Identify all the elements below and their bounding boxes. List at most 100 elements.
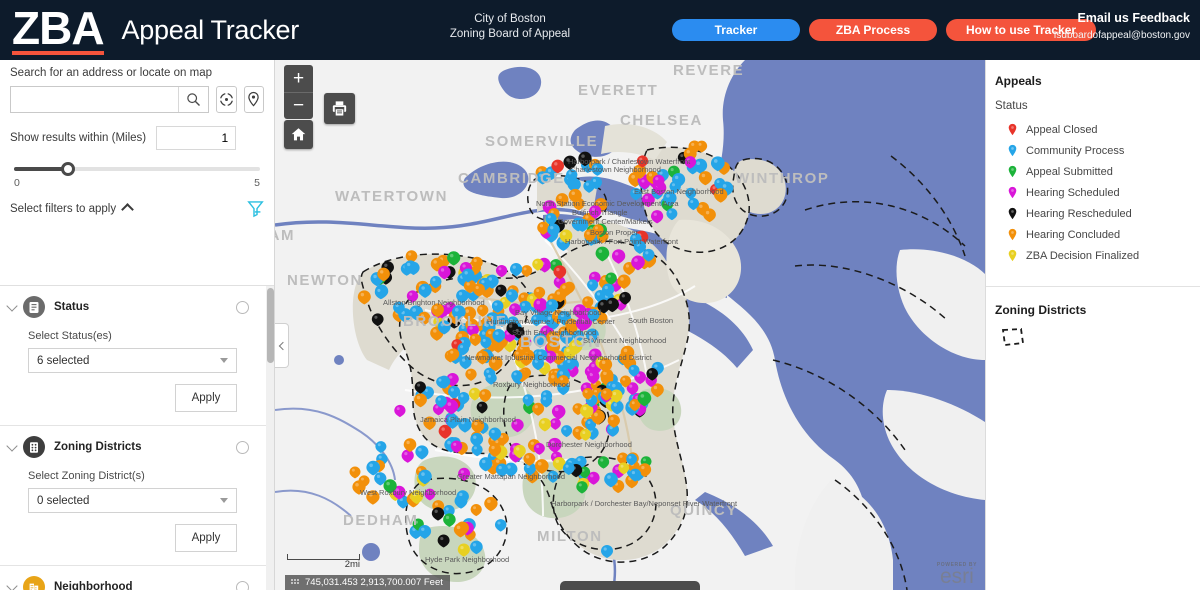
brand: ZBA Appeal Tracker [0, 6, 299, 55]
filter-toggle-neighborhood[interactable] [236, 581, 249, 590]
radius-slider[interactable]: 0 5 [0, 167, 274, 189]
miles-label: Show results within (Miles) [10, 132, 146, 144]
home-icon[interactable] [284, 120, 313, 149]
filter-sublabel-zoning-districts: Select Zoning District(s) [28, 470, 265, 482]
slider-min-label: 0 [14, 177, 20, 189]
legend-item[interactable]: Appeal Closed [986, 119, 1200, 140]
legend-item-label: Appeal Submitted [1026, 166, 1113, 178]
legend-item[interactable]: Community Process [986, 140, 1200, 161]
legend-item-label: Community Process [1026, 145, 1124, 157]
filter-scrollbar-thumb[interactable] [267, 288, 274, 363]
legend-item[interactable]: ZBA Decision Finalized [986, 245, 1200, 266]
esri-attribution: POWERED BY esri [937, 562, 977, 586]
map-canvas[interactable]: REVEREEVERETTCHELSEASOMERVILLEWINTHROPCA… [275, 60, 985, 590]
legend-pin-icon [1008, 228, 1017, 241]
legend-item[interactable]: Hearing Rescheduled [986, 203, 1200, 224]
legend-item[interactable]: Hearing Scheduled [986, 182, 1200, 203]
legend-pin-icon [1008, 144, 1017, 157]
legend-item-label: Hearing Concluded [1026, 229, 1120, 241]
legend-item-label: Appeal Closed [1026, 124, 1098, 136]
zoning-district-select-value: 0 selected [37, 495, 89, 507]
filters-header-label: Select filters to apply [10, 203, 116, 215]
chevron-expand-icon[interactable] [6, 580, 17, 590]
legend-subtitle: Status [986, 100, 1200, 112]
zba-logo: ZBA [12, 6, 104, 55]
filter-list: Status Select Status(es) 6 selected Appl… [0, 285, 275, 590]
status-apply-row: Apply [6, 384, 237, 412]
legend-title: Appeals [986, 74, 1200, 88]
legend-pin-icon [1008, 186, 1017, 199]
chevron-down-icon [220, 498, 228, 503]
crosshair-locate-icon[interactable] [216, 86, 237, 113]
miles-row: Show results within (Miles) [0, 126, 274, 150]
agency-line-2: Zoning Board of Appeal [430, 27, 590, 42]
legend-zoning-districts-title: Zoning Districts [986, 303, 1200, 317]
buildings-icon [23, 576, 45, 590]
slider-fill [14, 167, 68, 171]
legend-panel: Appeals Status Appeal Closed Community Pr… [985, 60, 1200, 590]
slider-track[interactable] [14, 167, 260, 171]
search-row [0, 86, 274, 113]
esri-wordmark: esri [937, 568, 977, 586]
basemap-graphic [275, 60, 985, 590]
filter-title-neighborhood: Neighborhood [54, 581, 133, 590]
legend-divider [986, 286, 1200, 287]
search-box[interactable] [10, 86, 209, 113]
filter-title-status: Status [54, 301, 89, 313]
feedback-block: Email us Feedback Isdboardofappeal@bosto… [1054, 11, 1190, 41]
chevron-expand-icon[interactable] [6, 300, 17, 311]
feedback-title: Email us Feedback [1054, 11, 1190, 25]
app-header: ZBA Appeal Tracker City of Boston Zoning… [0, 0, 1200, 60]
zoning-apply-row: Apply [6, 524, 237, 552]
legend-pin-icon [1008, 249, 1017, 262]
filter-toggle-status[interactable] [236, 301, 249, 314]
header-nav: Tracker ZBA Process How to use Tracker [672, 19, 1096, 41]
filters-header-row: Select filters to apply [0, 198, 274, 220]
filter-card-zoning-header[interactable]: Zoning Districts [6, 436, 265, 458]
chevron-expand-icon[interactable] [6, 440, 17, 451]
nav-zba-process-button[interactable]: ZBA Process [809, 19, 937, 41]
zoning-district-select[interactable]: 0 selected [28, 488, 237, 513]
list-document-icon [23, 296, 45, 318]
apply-zoning-districts-button[interactable]: Apply [175, 524, 237, 552]
map-pin-icon[interactable] [244, 86, 265, 113]
coordinate-text: 745,031.453 2,913,700.007 Feet [305, 577, 443, 588]
scale-bar-label: 2mi [287, 559, 360, 570]
map-bottom-toolbar-handle[interactable] [560, 581, 700, 590]
filter-card-neighborhood-header[interactable]: Neighborhood [6, 576, 265, 590]
filter-scrollbar[interactable] [266, 286, 275, 590]
apply-status-button[interactable]: Apply [175, 384, 237, 412]
legend-pin-icon [1008, 207, 1017, 220]
legend-item[interactable]: Appeal Submitted [986, 161, 1200, 182]
printer-icon[interactable] [324, 93, 355, 124]
search-label: Search for an address or locate on map [0, 60, 274, 79]
zoom-out-button[interactable]: − [284, 92, 313, 119]
nav-tracker-button[interactable]: Tracker [672, 19, 800, 41]
legend-item[interactable]: Hearing Concluded [986, 224, 1200, 245]
filter-toggle-zoning-districts[interactable] [236, 441, 249, 454]
legend-pin-icon [1008, 123, 1017, 136]
agency-line-1: City of Boston [430, 12, 590, 27]
legend-item-list: Appeal Closed Community Process Appeal Sub… [986, 119, 1200, 266]
status-select-value: 6 selected [37, 355, 89, 367]
page-title: Appeal Tracker [122, 15, 299, 46]
filter-card-neighborhood: Neighborhood Select Neighborhood(s) 0 se… [0, 566, 275, 590]
miles-input[interactable] [156, 126, 236, 150]
chevron-up-icon[interactable] [121, 203, 134, 216]
filter-card-zoning-districts: Zoning Districts Select Zoning District(… [0, 426, 275, 566]
filter-clear-icon[interactable] [247, 200, 264, 218]
zoom-in-button[interactable]: + [284, 65, 313, 92]
status-select[interactable]: 6 selected [28, 348, 237, 373]
legend-item-label: Hearing Rescheduled [1026, 208, 1132, 220]
feedback-email-link[interactable]: Isdboardofappeal@boston.gov [1054, 30, 1190, 41]
filter-title-zoning-districts: Zoning Districts [54, 441, 142, 453]
slider-handle[interactable] [61, 162, 75, 176]
filter-card-status-header[interactable]: Status [6, 296, 265, 318]
coordinate-readout: 745,031.453 2,913,700.007 Feet [285, 575, 450, 590]
map-scale-bar: 2mi [287, 554, 360, 570]
search-input[interactable] [11, 87, 178, 112]
search-icon[interactable] [178, 87, 208, 112]
coordinate-grid-icon [290, 578, 300, 588]
zba-appeal-tracker-app: ZBA Appeal Tracker City of Boston Zoning… [0, 0, 1200, 590]
panel-collapse-handle[interactable] [275, 323, 289, 368]
